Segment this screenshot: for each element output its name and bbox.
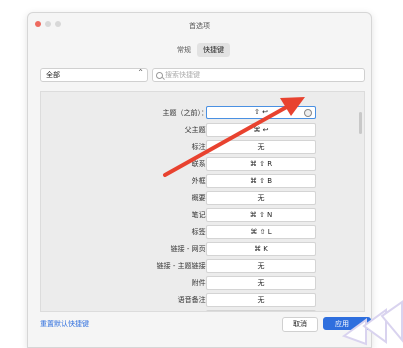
shortcut-key-field[interactable]: ⇧ ↩ (206, 106, 316, 119)
shortcut-key-value: ⌘ ⇧ R (249, 160, 273, 168)
shortcut-key-value: ⇧ ↩ (254, 108, 268, 116)
shortcut-row: 标注: 无 (41, 140, 364, 154)
shortcut-row: 标记:无 (41, 310, 364, 311)
shortcut-key-field[interactable]: ⌘ ⇧ B (206, 174, 316, 188)
chevron-updown-icon: ⌃ (137, 68, 144, 77)
shortcut-row: 链接 - 主题链接: 无 (41, 259, 364, 273)
shortcut-row: 外框: ⌘ ⇧ B (41, 174, 364, 188)
shortcut-key-value: 无 (257, 143, 265, 151)
tab-bar: 常规 快捷键 (171, 43, 230, 57)
watermark-logo (341, 300, 403, 346)
shortcut-key-field[interactable]: ⌘ ⇧ N (206, 208, 316, 222)
shortcut-key-value: ⌘ ⇧ N (249, 211, 273, 219)
search-box[interactable] (152, 68, 365, 82)
shortcut-key-field[interactable]: 无 (206, 310, 316, 311)
shortcut-row: 附件: 无 (41, 276, 364, 290)
shortcut-key-value: ⌘ ⇧ L (250, 228, 272, 236)
shortcut-row: 标签: ⌘ ⇧ L (41, 225, 364, 239)
tab-shortcuts[interactable]: 快捷键 (197, 43, 230, 57)
shortcut-key-field[interactable]: 无 (206, 276, 316, 290)
shortcut-label: 链接 - 网页: (170, 245, 208, 253)
category-select[interactable]: 全部 ⌃ (40, 68, 148, 82)
preferences-window: 首选项 常规 快捷键 全部 ⌃ 主题（之前）： ⇧ ↩ 父主题: ⌘ ↩ 标注:无联系:… (27, 12, 372, 348)
tab-general[interactable]: 常规 (171, 43, 197, 57)
shortcut-key-value: ⌘ K (254, 245, 268, 253)
reset-shortcuts-link[interactable]: 重置默认快捷键 (40, 319, 89, 329)
window-title: 首选项 (189, 22, 210, 30)
shortcut-key-field[interactable]: 无 (206, 191, 316, 205)
search-input[interactable] (165, 70, 355, 80)
shortcut-key-field[interactable]: ⌘ ⇧ R (206, 157, 316, 171)
shortcut-label: 语音备注: (177, 296, 208, 304)
shortcut-label: 父主题: (184, 126, 208, 134)
shortcut-key-field[interactable]: ⌘ ⇧ L (206, 225, 316, 239)
shortcut-key-value: ⌘ ⇧ B (249, 177, 273, 185)
shortcut-row: 父主题: ⌘ ↩ (41, 123, 364, 137)
shortcut-row: 概要: 无 (41, 191, 364, 205)
title-bar: 首选项 (28, 13, 371, 35)
clear-shortcut-icon[interactable] (304, 109, 312, 117)
shortcut-key-value: ⌘ ↩ (253, 126, 269, 134)
shortcut-key-field[interactable]: ⌘ K (206, 242, 316, 256)
search-icon (156, 72, 163, 79)
shortcut-key-value: 无 (257, 262, 265, 270)
shortcut-row: 链接 - 网页: ⌘ K (41, 242, 364, 256)
cancel-button[interactable]: 取消 (282, 317, 318, 332)
shortcut-label: 主题（之前）： (162, 109, 209, 117)
shortcut-key-field[interactable]: 无 (206, 259, 316, 273)
shortcut-row: 语音备注: 无 (41, 293, 364, 307)
shortcut-label: 链接 - 主题链接: (156, 262, 208, 270)
filter-row: 全部 ⌃ (40, 68, 365, 82)
shortcut-list[interactable]: 主题（之前）： ⇧ ↩ 父主题: ⌘ ↩ 标注: 无联系: ⌘ ⇧ R 外框: ⌘ ⇧ B 概要:… (40, 91, 365, 312)
shortcut-key-field[interactable]: 无 (206, 140, 316, 154)
shortcut-row: 联系: ⌘ ⇧ R (41, 157, 364, 171)
shortcut-row: 主题（之前）： ⇧ ↩ (41, 106, 364, 120)
shortcut-key-field[interactable]: 无 (206, 293, 316, 307)
category-select-value: 全部 (46, 71, 60, 79)
shortcut-key-value: 无 (257, 194, 265, 202)
shortcut-key-field[interactable]: ⌘ ↩ (206, 123, 316, 137)
shortcut-key-value: 无 (257, 296, 265, 304)
shortcut-key-value: 无 (257, 279, 265, 287)
shortcut-row: 笔记: ⌘ ⇧ N (41, 208, 364, 222)
